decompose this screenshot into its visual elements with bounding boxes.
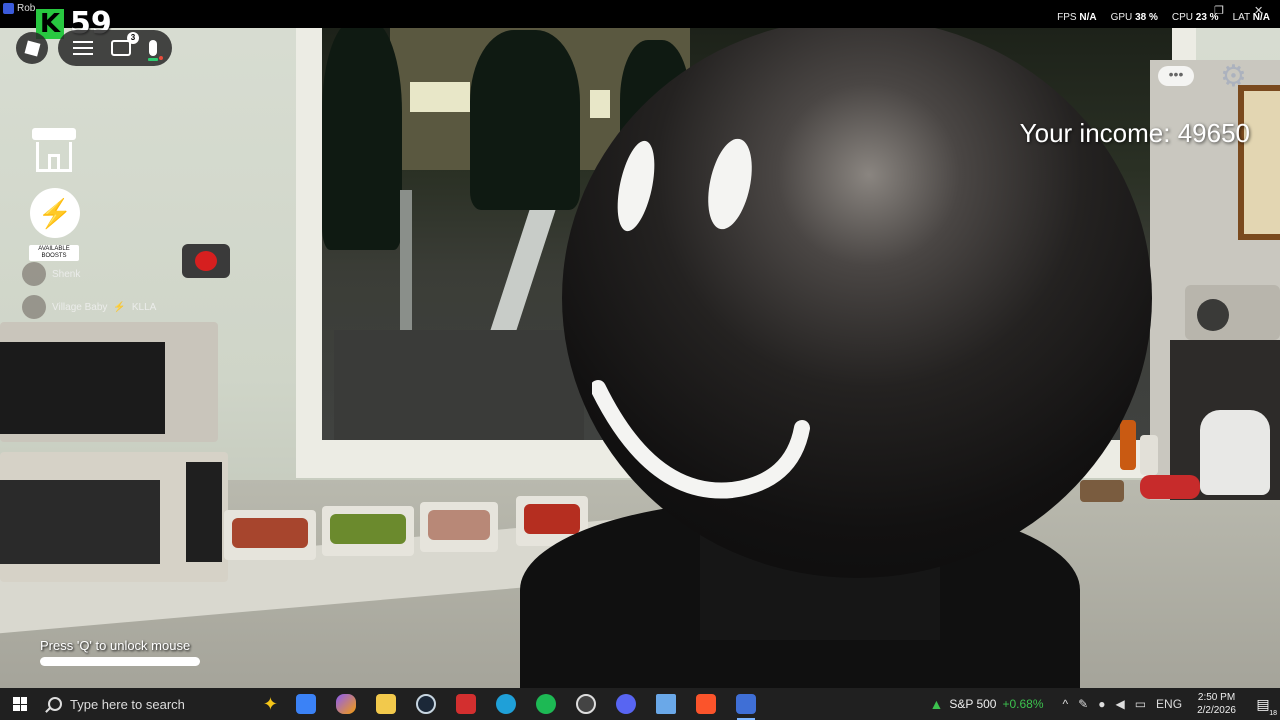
- food-tray[interactable]: [420, 502, 498, 552]
- taskbar-search[interactable]: Type here to search ✦: [40, 688, 286, 720]
- lightning-tag-icon: ⚡: [113, 301, 126, 313]
- edge-icon[interactable]: [489, 688, 523, 720]
- system-clock[interactable]: 2:50 PM 2/2/2026: [1197, 691, 1236, 717]
- trend-up-icon: ▲: [929, 696, 944, 712]
- discord-icon[interactable]: [609, 688, 643, 720]
- boost-button[interactable]: ⚡: [30, 188, 80, 238]
- speaker-icon[interactable]: ◀: [1115, 697, 1124, 711]
- avatar: [22, 262, 46, 286]
- lower-microwave: [0, 452, 228, 582]
- avatar: [22, 295, 46, 319]
- stock-change: +0.68%: [1002, 697, 1044, 711]
- radio: [1185, 285, 1280, 340]
- window-title: Rob: [3, 3, 35, 14]
- stat-lat: LAT N/A: [1232, 12, 1270, 23]
- stat-fps: FPS N/A: [1057, 12, 1097, 23]
- hamburger-menu-icon[interactable]: [73, 41, 93, 55]
- close-window-icon[interactable]: ✕: [1254, 4, 1263, 17]
- chat-bubble-icon[interactable]: •••: [1158, 66, 1194, 86]
- chat-badge: 3: [127, 32, 139, 44]
- system-tray: ▲ S&P 500 +0.68% ^ ✎ ● ◀ ▭ ENG 2:50 PM 2…: [929, 688, 1280, 720]
- microphone-icon[interactable]: [148, 40, 163, 61]
- stock-widget[interactable]: ▲ S&P 500 +0.68%: [929, 696, 1043, 712]
- wps-office-icon[interactable]: [449, 688, 483, 720]
- language-indicator[interactable]: ENG: [1156, 697, 1182, 711]
- kettle: [1200, 410, 1270, 495]
- player-name: Shenk: [52, 268, 81, 280]
- unlock-mouse-hint: Press 'Q' to unlock mouse: [40, 638, 191, 653]
- spotify-icon[interactable]: [529, 688, 563, 720]
- window-app-icon[interactable]: [649, 688, 683, 720]
- sparkle-icon[interactable]: ✦: [263, 694, 278, 715]
- smile-mouth: [592, 380, 810, 499]
- stock-name: S&P 500: [949, 697, 997, 711]
- search-placeholder: Type here to search: [70, 696, 185, 712]
- steam-icon[interactable]: [409, 688, 443, 720]
- street: [334, 330, 584, 440]
- food-tray[interactable]: [224, 510, 316, 560]
- roblox-topbar-pill: 3: [58, 30, 172, 66]
- restore-window-icon[interactable]: ❐: [1214, 4, 1224, 17]
- upper-microwave: [0, 322, 218, 442]
- clock-date: 2/2/2026: [1197, 705, 1236, 716]
- boost-label: AVAILABLE BOOSTS: [29, 245, 79, 261]
- windows-logo-icon: [13, 697, 27, 711]
- network-icon[interactable]: ▭: [1135, 697, 1146, 711]
- player-list-item[interactable]: Shenk: [22, 262, 80, 286]
- right-eye: [700, 134, 760, 234]
- smiley-character-head: [562, 18, 1152, 578]
- start-button[interactable]: [0, 688, 40, 720]
- notification-center-icon[interactable]: ▤ 18: [1246, 688, 1280, 720]
- food-tray[interactable]: [322, 506, 414, 556]
- pen-icon[interactable]: ✎: [1078, 697, 1088, 711]
- brave-icon[interactable]: [689, 688, 723, 720]
- stat-gpu: GPU 38 %: [1110, 12, 1158, 23]
- copilot-icon[interactable]: [329, 688, 363, 720]
- income-display: Your income: 49650: [1019, 118, 1250, 148]
- roblox-icon[interactable]: [729, 688, 763, 720]
- left-eye: [610, 137, 662, 235]
- chevron-up-icon[interactable]: ^: [1063, 697, 1069, 711]
- notification-count: 18: [1269, 710, 1277, 717]
- player-name: Village Baby: [52, 301, 108, 313]
- wall-picture: [1238, 85, 1280, 240]
- player-list-item[interactable]: Village Baby ⚡ KLLA: [22, 295, 156, 319]
- windows-taskbar: Type here to search ✦ ▲ S&P 500 +0.68% ^…: [0, 688, 1280, 720]
- roblox-logo-icon: [24, 40, 40, 56]
- performance-stats: FPS N/A GPU 38 % CPU 23 % LAT N/A: [1057, 12, 1270, 23]
- tree: [470, 30, 580, 210]
- file-explorer-icon[interactable]: [369, 688, 403, 720]
- tree: [322, 20, 402, 250]
- store-icon[interactable]: [289, 688, 323, 720]
- chat-icon[interactable]: 3: [111, 32, 139, 56]
- search-icon: [48, 697, 62, 711]
- clock-time: 2:50 PM: [1197, 692, 1236, 703]
- window-title-text: Rob: [17, 3, 36, 14]
- roblox-menu-button[interactable]: [16, 32, 48, 64]
- microphone-tray-icon[interactable]: ●: [1098, 697, 1105, 711]
- lightning-icon: ⚡: [37, 197, 73, 229]
- lit-window: [410, 82, 470, 112]
- gear-icon[interactable]: ⚙: [1220, 62, 1247, 92]
- bus-stop-pole: [400, 190, 412, 330]
- unlock-progress-bar: [40, 657, 200, 666]
- red-record-button[interactable]: [182, 244, 230, 278]
- player-tag: KLLA: [131, 301, 157, 313]
- shop-button[interactable]: [30, 128, 78, 174]
- lit-window: [590, 90, 610, 118]
- obs-icon[interactable]: [569, 688, 603, 720]
- game-viewport[interactable]: [0, 0, 1280, 688]
- roblox-app-icon: [3, 3, 14, 14]
- stat-cpu: CPU 23 %: [1171, 12, 1219, 23]
